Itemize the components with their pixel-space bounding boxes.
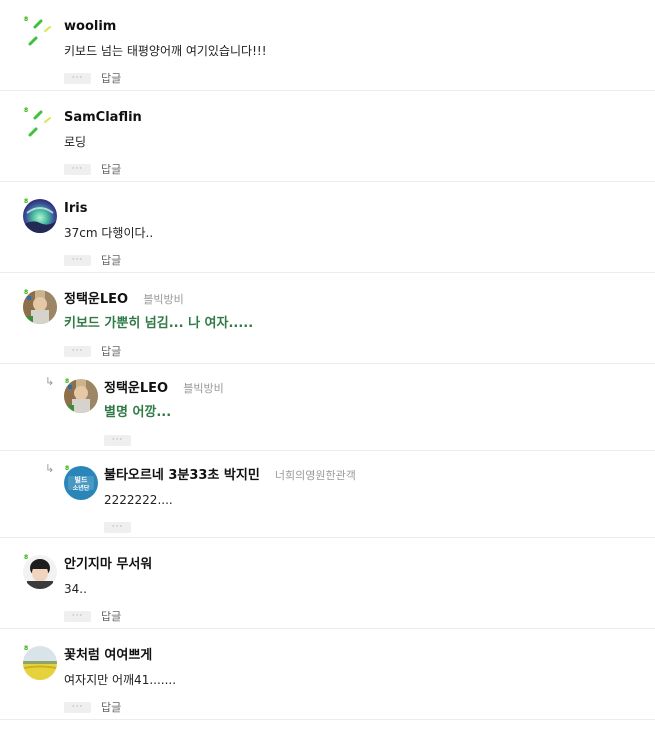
comment-text: 키보드 가뿐히 넘김... 나 여자.....: [64, 316, 254, 331]
reply-arrow-icon: ↳: [45, 375, 55, 388]
comment-text: 34..: [64, 582, 87, 596]
comment-actions: ···: [104, 434, 224, 447]
reply-item: ↳ 8 정택운LEO 블빅방비 별명 어깡... ···: [0, 364, 655, 451]
level-badge: 8: [24, 198, 29, 205]
more-button[interactable]: ···: [64, 164, 91, 175]
comment-actions: ···: [104, 521, 356, 534]
comment-item: 8 꽃처럼 여여쁘게 여자지만 어깨41....... ··· 답글: [0, 629, 655, 720]
more-button[interactable]: ···: [64, 702, 91, 713]
more-button[interactable]: ···: [104, 522, 131, 533]
reply-item: ↳ 빌드 소년단 8 불타오르네 3분33초 박지민 너희의영원한관객 2222…: [0, 451, 655, 538]
comment-actions: ··· 답글: [64, 345, 253, 358]
comment-actions: ··· 답글: [64, 701, 176, 714]
comment-text: 별명 어깡...: [104, 405, 172, 420]
reply-button[interactable]: 답글: [101, 163, 121, 176]
nickname[interactable]: 안기지마 무서워: [64, 557, 152, 573]
nickname[interactable]: 불타오르네 3분33초 박지민: [104, 468, 260, 484]
reply-button[interactable]: 답글: [101, 72, 121, 85]
comment-text: 로딩: [64, 135, 87, 149]
nickname[interactable]: 꽃처럼 여여쁘게: [64, 648, 152, 664]
comment-actions: ··· 답글: [64, 254, 153, 267]
member-grade: 블빅방비: [183, 382, 224, 395]
badge-logo-text-2: 소년단: [73, 484, 90, 492]
reply-button[interactable]: 답글: [101, 345, 121, 358]
level-badge: 8: [24, 16, 29, 23]
comment-text: 키보드 넘는 태평양어깨 여기있습니다!!!: [64, 44, 267, 58]
comment-body: 정택운LEO 블빅방비 키보드 가뿐히 넘김... 나 여자..... ··· …: [64, 288, 253, 358]
comment-item: 8 SamClaflin 로딩 ··· 답글: [0, 91, 655, 182]
reply-button[interactable]: 답글: [101, 701, 121, 714]
level-badge: 8: [24, 554, 29, 561]
nickname[interactable]: 정택운LEO: [104, 381, 168, 397]
level-badge: 8: [24, 645, 29, 652]
comment-body: 불타오르네 3분33초 박지민 너희의영원한관객 2222222.... ···: [104, 464, 356, 534]
member-grade: 블빅방비: [143, 293, 184, 306]
nickname[interactable]: woolim: [64, 19, 116, 35]
comment-body: Iris 37cm 다행이다.. ··· 답글: [64, 197, 153, 267]
level-badge: 8: [65, 465, 70, 472]
reply-button[interactable]: 답글: [101, 610, 121, 623]
comment-text: 2222222....: [104, 493, 173, 507]
comment-body: woolim 키보드 넘는 태평양어깨 여기있습니다!!! ··· 답글: [64, 15, 267, 85]
comment-list: 8 woolim 키보드 넘는 태평양어깨 여기있습니다!!! ··· 답글 8…: [0, 0, 655, 720]
comment-text: 여자지만 어깨41.......: [64, 673, 177, 687]
nickname[interactable]: 정택운LEO: [64, 292, 128, 308]
reply-button[interactable]: 답글: [101, 254, 121, 267]
badge-logo-text-1: 빌드: [75, 475, 88, 484]
comment-item: 8 Iris 37cm 다행이다.. ··· 답글: [0, 182, 655, 273]
comment-actions: ··· 답글: [64, 163, 142, 176]
more-button[interactable]: ···: [64, 346, 91, 357]
comment-item: 8 woolim 키보드 넘는 태평양어깨 여기있습니다!!! ··· 답글: [0, 0, 655, 91]
more-button[interactable]: ···: [64, 255, 91, 266]
nickname[interactable]: Iris: [64, 201, 87, 217]
comment-actions: ··· 답글: [64, 610, 152, 623]
nickname[interactable]: SamClaflin: [64, 110, 142, 126]
level-badge: 8: [65, 378, 70, 385]
comment-body: 정택운LEO 블빅방비 별명 어깡... ···: [104, 377, 224, 447]
more-button[interactable]: ···: [64, 73, 91, 84]
more-button[interactable]: ···: [64, 611, 91, 622]
comment-body: 꽃처럼 여여쁘게 여자지만 어깨41....... ··· 답글: [64, 644, 176, 714]
comment-item: 8 정택운LEO 블빅방비 키보드 가뿐히 넘김... 나 여자..... ··…: [0, 273, 655, 364]
comment-body: 안기지마 무서워 34.. ··· 답글: [64, 553, 152, 623]
comment-text: 37cm 다행이다..: [64, 226, 154, 240]
comment-actions: ··· 답글: [64, 72, 267, 85]
level-badge: 8: [24, 107, 29, 114]
more-button[interactable]: ···: [104, 435, 131, 446]
reply-arrow-icon: ↳: [45, 462, 55, 475]
member-grade: 너희의영원한관객: [274, 469, 356, 482]
comment-body: SamClaflin 로딩 ··· 답글: [64, 106, 142, 176]
comment-item: 8 안기지마 무서워 34.. ··· 답글: [0, 538, 655, 629]
level-badge: 8: [24, 289, 29, 296]
